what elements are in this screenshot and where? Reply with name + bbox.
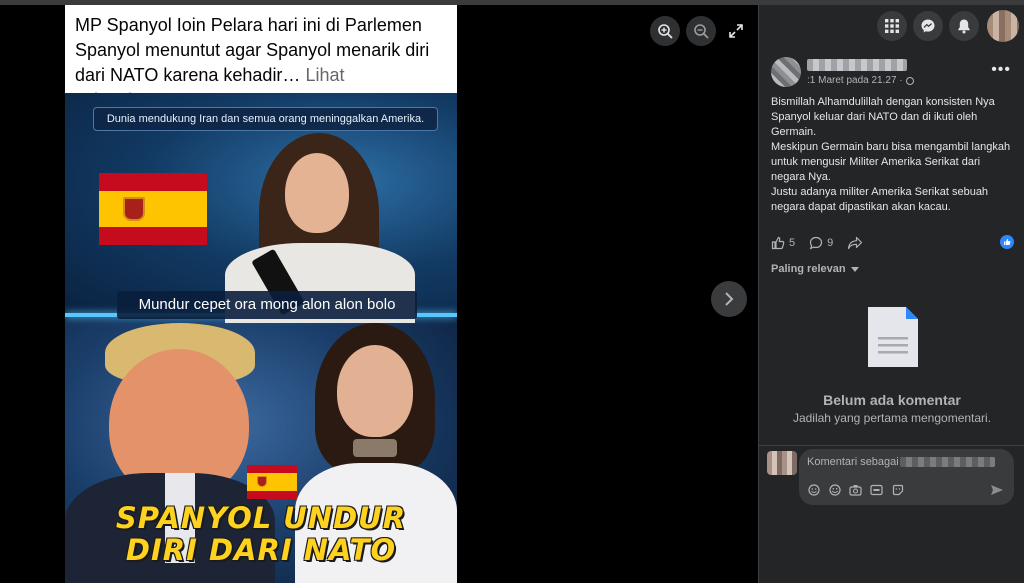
fullscreen-button[interactable] [723,18,749,44]
post-timestamp[interactable]: :1 Maret pada 21.27 · [807,75,914,86]
share-icon [848,236,863,250]
spain-flag-icon [99,173,207,245]
send-icon[interactable] [990,483,1004,497]
post-text-paragraph: Justu adanya militer Amerika Serikat seb… [771,186,989,213]
avatar-sticker-icon[interactable] [807,483,820,496]
comment-icon [809,236,823,250]
post-text-paragraph: Meskipun Germain baru bisa mengambil lan… [771,141,1011,183]
comment-input[interactable]: Komentari sebagai [807,456,995,468]
like-reaction-badge[interactable] [1000,235,1014,249]
comment-composer[interactable]: Komentari sebagai [799,449,1014,505]
post-details-panel: :1 Maret pada 21.27 · ••• Bismillah Alha… [758,5,1024,583]
image-top-banner: Dunia mendukung Iran dan semua orang men… [93,107,438,131]
share-button[interactable] [847,236,863,250]
image-title-line1: SPANYOL UNDUR [115,501,407,535]
notifications-button[interactable] [949,11,979,41]
post-text-paragraph: Bismillah Alhamdulillah dengan konsisten… [771,96,995,138]
like-button[interactable]: 5 [771,236,795,250]
empty-comments-title: Belum ada komentar [823,392,961,408]
post-caption: MP Spanyol Ioin Pelara hari ini di Parle… [65,5,457,110]
post-image[interactable]: Dunia mendukung Iran dan semua orang men… [65,93,457,583]
panel-divider [759,445,1024,446]
side-header [759,5,1024,45]
camera-icon[interactable] [849,483,862,496]
zoom-out-button[interactable] [686,16,716,46]
composer-avatar [767,451,797,475]
spain-flag-small-icon [247,465,297,499]
author-name-redacted[interactable] [807,59,907,71]
gif-icon[interactable] [870,483,883,496]
speaker-figure [215,133,415,323]
grid-menu-icon [885,19,899,33]
post-actions: 5 9 [771,233,1017,253]
composer-toolbar [807,483,904,496]
like-count: 5 [789,237,796,249]
image-title-line2: DIRI DARI NATO [125,533,397,567]
author-avatar[interactable] [771,57,801,87]
zoom-out-icon [694,24,709,39]
empty-document-icon [868,307,918,367]
bell-icon [958,19,970,34]
media-viewer: MP Spanyol Ioin Pelara hari ini di Parle… [0,5,758,583]
redacted-username [899,457,995,467]
post-card: MP Spanyol Ioin Pelara hari ini di Parle… [65,5,457,583]
comment-count: 9 [827,237,834,249]
caption-text: MP Spanyol Ioin Pelara hari ini di Parle… [75,15,430,85]
zoom-in-icon [658,24,673,39]
menu-button[interactable] [877,11,907,41]
post-time-text: :1 Maret pada 21.27 · [807,75,903,86]
emoji-icon[interactable] [828,483,841,496]
post-text: Bismillah Alhamdulillah dengan konsisten… [771,95,1017,215]
globe-icon [905,76,914,85]
fullscreen-icon [729,24,743,38]
next-image-button[interactable] [711,281,747,317]
sort-label: Paling relevan [771,263,846,275]
caret-down-icon [850,266,859,272]
empty-comments-subtitle: Jadilah yang pertama mengomentari. [792,411,992,425]
image-middle-caption: Mundur cepet ora mong alon alon bolo [117,291,417,319]
thumbs-up-icon [771,236,785,250]
author-row: :1 Maret pada 21.27 · ••• [759,53,1024,93]
profile-avatar[interactable] [987,10,1019,42]
messenger-button[interactable] [913,11,943,41]
comment-sort-dropdown[interactable]: Paling relevan [771,263,859,275]
comment-button[interactable]: 9 [809,236,833,250]
zoom-in-button[interactable] [650,16,680,46]
sticker-icon[interactable] [891,483,904,496]
like-badge-icon [1004,238,1011,245]
chevron-right-icon [725,292,734,306]
more-options-icon[interactable]: ••• [991,62,1011,78]
comment-placeholder: Komentari sebagai [807,456,899,468]
messenger-icon [921,19,935,33]
